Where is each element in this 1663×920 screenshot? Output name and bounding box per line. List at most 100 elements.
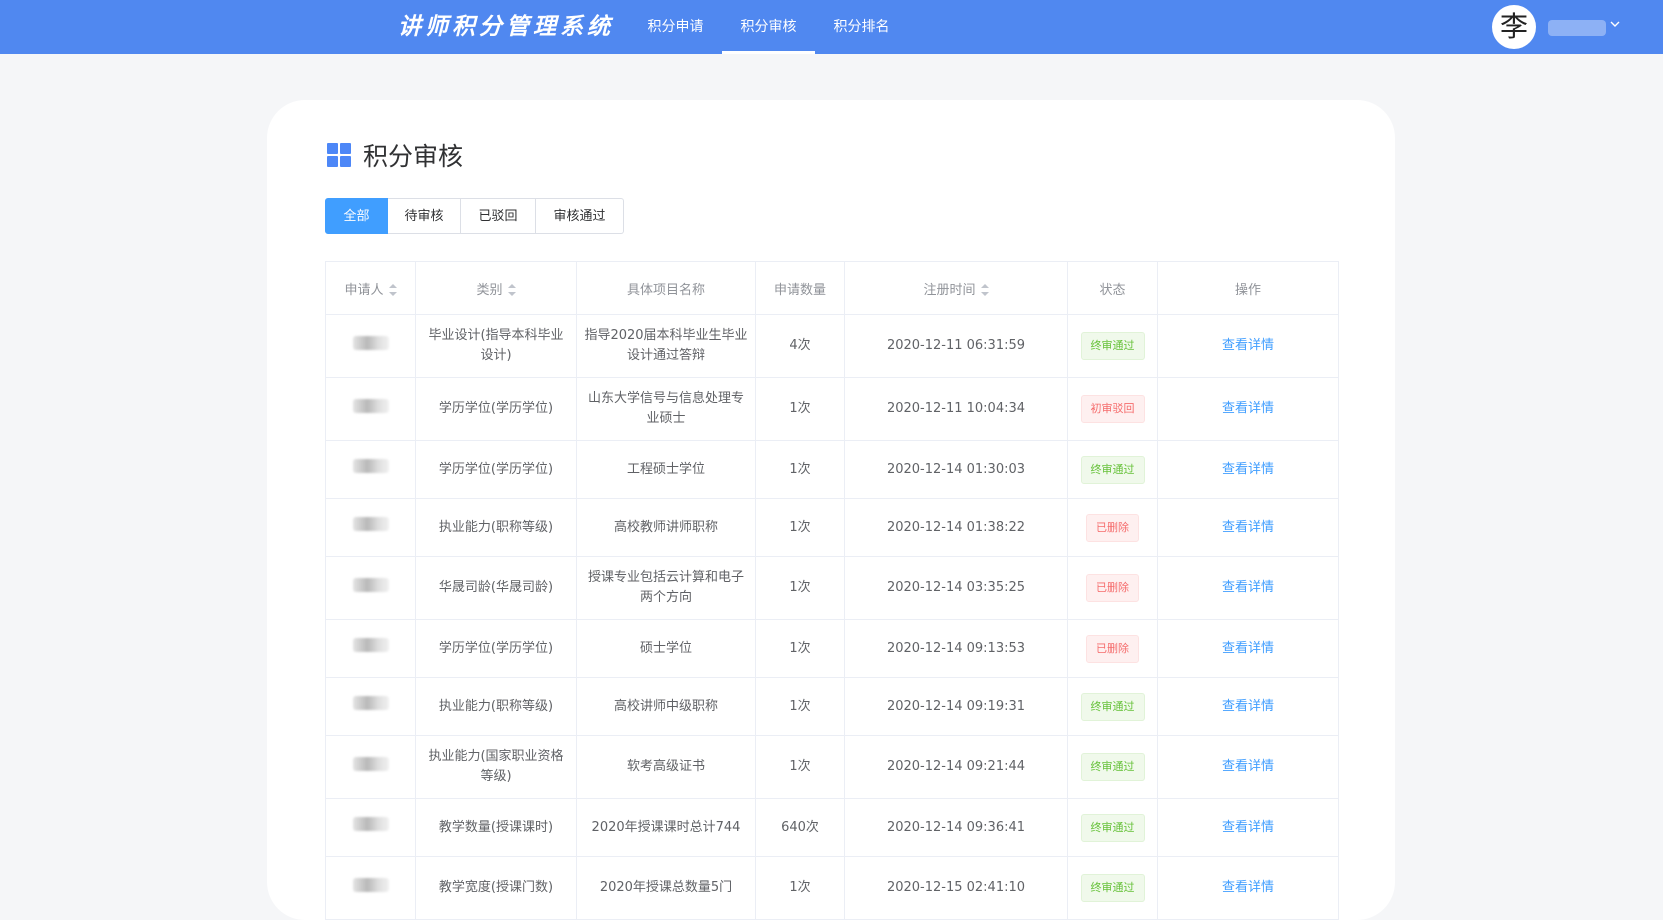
view-details-link[interactable]: 查看详情	[1222, 759, 1274, 774]
avatar[interactable]: 李	[1492, 5, 1536, 49]
applicant-cell	[325, 498, 416, 557]
category-cell: 华晟司龄(华晟司龄)	[415, 556, 577, 620]
redacted-name	[352, 577, 389, 592]
count-cell: 640次	[755, 798, 845, 857]
tab-rejected[interactable]: 已驳回	[461, 198, 536, 234]
applicant-cell	[325, 798, 416, 857]
status-cell: 已删除	[1067, 619, 1158, 678]
view-details-link[interactable]: 查看详情	[1222, 880, 1274, 895]
status-badge: 终审通过	[1080, 874, 1145, 902]
project-cell: 高校讲师中级职称	[576, 677, 756, 736]
column-header-category[interactable]: 类别	[415, 261, 577, 315]
view-details-link[interactable]: 查看详情	[1222, 699, 1274, 714]
status-cell: 终审通过	[1067, 314, 1158, 378]
applicant-cell	[325, 856, 416, 920]
time-cell: 2020-12-14 03:35:25	[844, 556, 1068, 620]
view-details-link[interactable]: 查看详情	[1222, 520, 1274, 535]
tab-pending[interactable]: 待审核	[388, 198, 461, 234]
app-logo[interactable]: 讲师积分管理系统	[398, 10, 614, 44]
view-details-link[interactable]: 查看详情	[1222, 462, 1274, 477]
table-row: 学历学位(学历学位) 硕士学位 1次 2020-12-14 09:13:53 已删除 查看…	[325, 619, 1339, 678]
status-cell: 终审通过	[1067, 856, 1158, 920]
project-cell: 软考高级证书	[576, 735, 756, 799]
status-badge: 终审通过	[1080, 753, 1145, 781]
project-cell: 2020年授课总数量5门	[576, 856, 756, 920]
table-row: 教学宽度(授课门数) 2020年授课总数量5门 1次 2020-12-15 02:41…	[325, 856, 1339, 920]
applicant-cell	[325, 619, 416, 678]
status-badge: 已删除	[1086, 634, 1139, 663]
table-row: 执业能力(职称等级) 高校教师讲师职称 1次 2020-12-14 01:38:22 已…	[325, 498, 1339, 557]
view-details-link[interactable]: 查看详情	[1222, 401, 1274, 416]
count-cell: 1次	[755, 556, 845, 620]
category-cell: 教学数量(授课课时)	[415, 798, 577, 857]
redacted-name	[352, 398, 389, 413]
nav-item-apply[interactable]: 积分申请	[629, 0, 722, 54]
category-cell: 教学宽度(授课门数)	[415, 856, 577, 920]
table-body: 毕业设计(指导本科毕业设计) 指导2020届本科毕业生毕业设计通过答辩 4次 2020…	[325, 314, 1339, 920]
applicant-cell	[325, 440, 416, 499]
action-cell: 查看详情	[1157, 798, 1339, 857]
category-cell: 学历学位(学历学位)	[415, 619, 577, 678]
sort-icon[interactable]	[980, 284, 989, 296]
view-details-link[interactable]: 查看详情	[1222, 641, 1274, 656]
count-cell: 1次	[755, 377, 845, 441]
action-cell: 查看详情	[1157, 498, 1339, 557]
action-cell: 查看详情	[1157, 735, 1339, 799]
status-filter-tabs: 全部 待审核 已驳回 审核通过	[325, 198, 624, 234]
time-cell: 2020-12-11 06:31:59	[844, 314, 1068, 378]
time-cell: 2020-12-14 09:13:53	[844, 619, 1068, 678]
time-cell: 2020-12-14 09:19:31	[844, 677, 1068, 736]
table-row: 教学数量(授课课时) 2020年授课课时总计744 640次 2020-12-14 0…	[325, 798, 1339, 857]
time-cell: 2020-12-15 02:41:10	[844, 856, 1068, 920]
table-row: 学历学位(学历学位) 山东大学信号与信息处理专业硕士 1次 2020-12-11 10…	[325, 377, 1339, 441]
redacted-name	[352, 517, 389, 531]
status-badge: 已删除	[1086, 574, 1139, 602]
count-cell: 4次	[755, 314, 845, 378]
review-table: 申请人 类别 具体项目名称 申请数量 注册时间 状态 操作 毕业设计(指导本科毕…	[325, 261, 1339, 920]
status-badge: 终审通过	[1080, 813, 1145, 842]
table-row: 执业能力(国家职业资格等级) 软考高级证书 1次 2020-12-14 09:21:4…	[325, 735, 1339, 799]
status-cell: 终审通过	[1067, 677, 1158, 736]
tab-all[interactable]: 全部	[325, 198, 388, 234]
main-nav: 积分申请 积分审核 积分排名	[629, 0, 908, 54]
nav-item-review[interactable]: 积分审核	[722, 0, 815, 54]
count-cell: 1次	[755, 677, 845, 736]
project-cell: 工程硕士学位	[576, 440, 756, 499]
status-badge: 已删除	[1086, 513, 1139, 542]
sort-icon[interactable]	[507, 284, 516, 296]
status-cell: 终审通过	[1067, 440, 1158, 499]
action-cell: 查看详情	[1157, 440, 1339, 499]
count-cell: 1次	[755, 440, 845, 499]
action-cell: 查看详情	[1157, 677, 1339, 736]
redacted-name	[352, 817, 389, 831]
applicant-cell	[325, 735, 416, 799]
time-cell: 2020-12-14 09:36:41	[844, 798, 1068, 857]
view-details-link[interactable]: 查看详情	[1222, 820, 1274, 835]
column-header-time[interactable]: 注册时间	[844, 261, 1068, 315]
username-redacted[interactable]	[1548, 20, 1606, 36]
table-row: 毕业设计(指导本科毕业设计) 指导2020届本科毕业生毕业设计通过答辩 4次 2020…	[325, 314, 1339, 378]
category-cell: 执业能力(职称等级)	[415, 677, 577, 736]
category-cell: 毕业设计(指导本科毕业设计)	[415, 314, 577, 378]
category-cell: 执业能力(职称等级)	[415, 498, 577, 557]
time-cell: 2020-12-14 01:30:03	[844, 440, 1068, 499]
chevron-down-icon[interactable]	[1608, 17, 1622, 31]
sort-icon[interactable]	[388, 284, 397, 296]
redacted-name	[352, 756, 389, 771]
count-cell: 1次	[755, 856, 845, 920]
status-cell: 终审通过	[1067, 735, 1158, 799]
table-row: 执业能力(职称等级) 高校讲师中级职称 1次 2020-12-14 09:19:31 终…	[325, 677, 1339, 736]
applicant-cell	[325, 377, 416, 441]
column-header-applicant[interactable]: 申请人	[325, 261, 416, 315]
tab-approved[interactable]: 审核通过	[536, 198, 624, 234]
status-cell: 初审驳回	[1067, 377, 1158, 441]
view-details-link[interactable]: 查看详情	[1222, 338, 1274, 353]
nav-item-ranking[interactable]: 积分排名	[815, 0, 908, 54]
column-header-project: 具体项目名称	[576, 261, 756, 315]
view-details-link[interactable]: 查看详情	[1222, 580, 1274, 595]
redacted-name	[352, 696, 389, 710]
action-cell: 查看详情	[1157, 556, 1339, 620]
column-header-status: 状态	[1067, 261, 1158, 315]
count-cell: 1次	[755, 619, 845, 678]
category-cell: 执业能力(国家职业资格等级)	[415, 735, 577, 799]
